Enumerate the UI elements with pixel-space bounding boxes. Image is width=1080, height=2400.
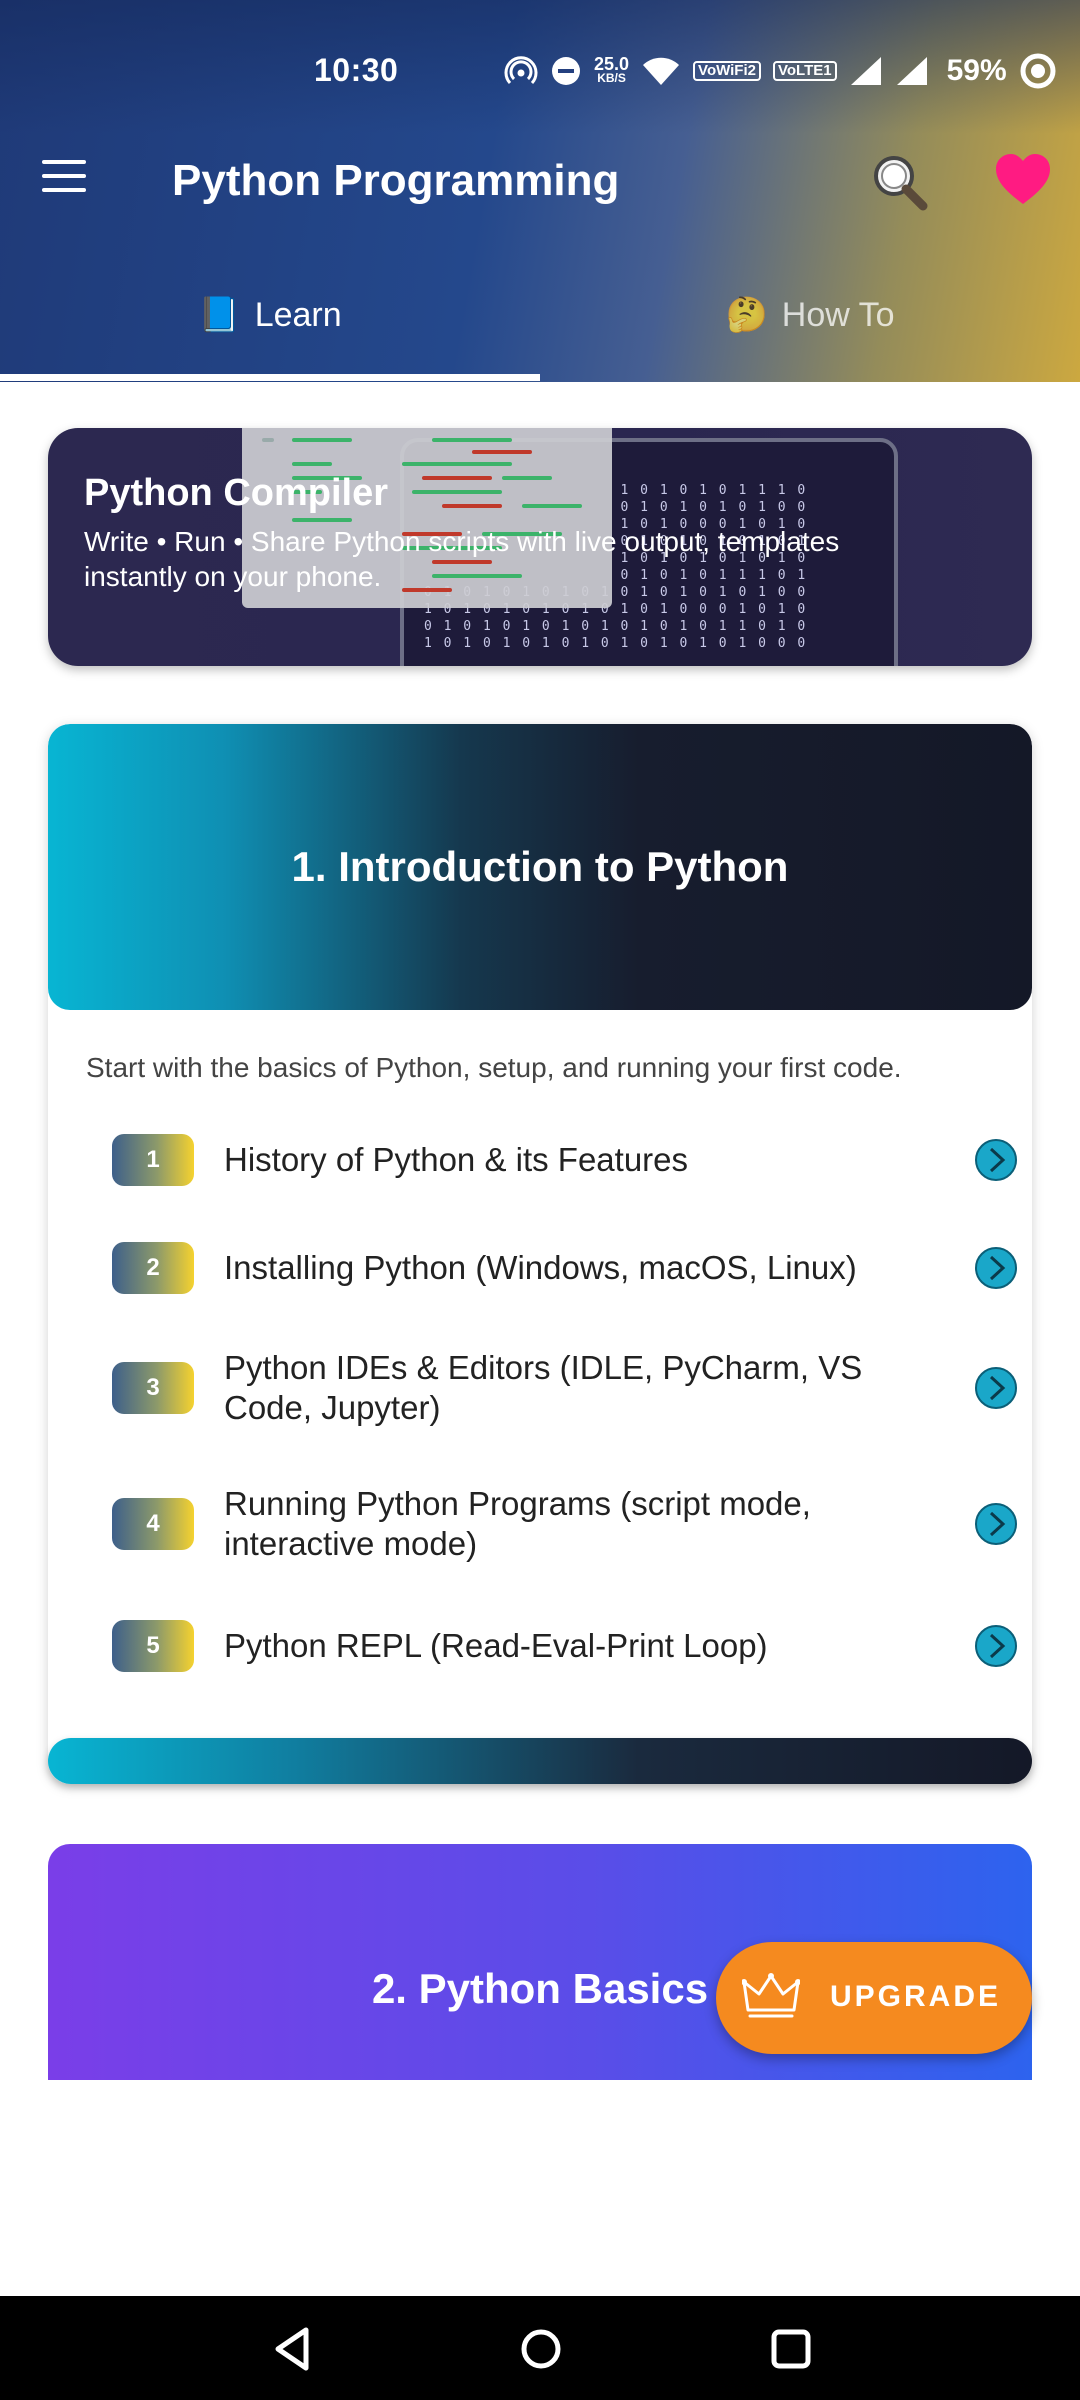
- topic-number: 5: [112, 1620, 194, 1672]
- tab-bar: 📘 Learn 🤔 How To: [0, 252, 1080, 382]
- upgrade-button[interactable]: UPGRADE: [716, 1942, 1032, 2054]
- topic-item[interactable]: 4 Running Python Programs (script mode, …: [112, 1478, 1017, 1568]
- topic-label: Python IDEs & Editors (IDLE, PyCharm, VS…: [224, 1349, 863, 1426]
- topic-label: History of Python & its Features: [224, 1141, 689, 1178]
- tab-how-to[interactable]: 🤔 How To: [540, 252, 1080, 378]
- app-header: 10:30 25.0 KB/S VoWiFi2 VoLTE1 59% Pytho…: [0, 0, 1080, 382]
- status-time: 10:30: [314, 52, 399, 88]
- topic-item[interactable]: 1 History of Python & its Features: [112, 1134, 1017, 1194]
- section-title: 1. Introduction to Python: [291, 843, 789, 890]
- python-compiler-banner[interactable]: 1 0 1 0 1 0 1 1 1 0 0 1 0 1 0 1 0 1 0 0 …: [48, 428, 1032, 666]
- status-icons: 25.0 KB/S VoWiFi2 VoLTE1 59%: [504, 52, 1057, 90]
- battery-icon: [1020, 53, 1056, 89]
- upgrade-label: UPGRADE: [830, 1980, 1002, 2013]
- status-bar: 10:30 25.0 KB/S VoWiFi2 VoLTE1 59%: [0, 0, 1080, 112]
- volte-badge: VoLTE1: [772, 61, 837, 81]
- chevron-right-icon: [975, 1367, 1017, 1409]
- chevron-right-icon: [975, 1247, 1017, 1289]
- topic-label: Python REPL (Read-Eval-Print Loop): [224, 1627, 768, 1664]
- home-icon[interactable]: [516, 2324, 566, 2374]
- section-footer-bar: [48, 1738, 1032, 1784]
- book-icon: 📘: [198, 296, 241, 334]
- system-nav-bar: [0, 2296, 1080, 2400]
- app-title: Python Programming: [172, 156, 620, 205]
- tab-learn-label: Learn: [254, 295, 342, 334]
- topic-number: 1: [112, 1134, 194, 1186]
- menu-icon-bar: [42, 174, 86, 178]
- dnd-icon: [552, 57, 580, 85]
- tab-indicator: [0, 374, 540, 381]
- signal-icon-2: [896, 57, 927, 85]
- net-speed-value: 25.0: [594, 54, 630, 74]
- wifi-icon: [643, 57, 680, 85]
- heart-icon[interactable]: [994, 152, 1052, 208]
- thinking-face-icon: 🤔: [725, 296, 768, 334]
- back-icon[interactable]: [268, 2324, 318, 2374]
- menu-button[interactable]: [40, 158, 90, 198]
- battery-percent: 59%: [946, 54, 1007, 87]
- section-header[interactable]: 1. Introduction to Python: [48, 724, 1032, 1010]
- section-card-introduction: 1. Introduction to Python Start with the…: [48, 724, 1032, 1784]
- signal-icon-1: [850, 57, 881, 85]
- topic-label: Installing Python (Windows, macOS, Linux…: [224, 1249, 857, 1286]
- chevron-right-icon: [975, 1503, 1017, 1545]
- topic-item[interactable]: 3 Python IDEs & Editors (IDLE, PyCharm, …: [112, 1342, 1017, 1432]
- topic-item[interactable]: 5 Python REPL (Read-Eval-Print Loop): [112, 1620, 1017, 1680]
- hotspot-icon: [504, 56, 538, 85]
- topic-number: 3: [112, 1362, 194, 1414]
- vowifi-badge: VoWiFi2: [693, 61, 761, 81]
- topic-number: 4: [112, 1498, 194, 1550]
- topic-label: Running Python Programs (script mode, in…: [224, 1485, 811, 1562]
- menu-icon-bar: [42, 188, 86, 192]
- net-speed-unit: KB/S: [597, 71, 626, 85]
- tab-how-to-label: How To: [781, 295, 895, 334]
- crown-icon: [742, 1973, 800, 2018]
- banner-title: Python Compiler: [84, 472, 389, 514]
- app-bar: Python Programming: [0, 112, 1080, 252]
- topic-number: 2: [112, 1242, 194, 1294]
- tab-learn[interactable]: 📘 Learn: [0, 252, 540, 378]
- topic-item[interactable]: 2 Installing Python (Windows, macOS, Lin…: [112, 1242, 1017, 1302]
- net-speed: 25.0 KB/S: [594, 54, 630, 85]
- search-icon[interactable]: [868, 150, 932, 214]
- menu-icon: [42, 160, 86, 164]
- section-description: Start with the basics of Python, setup, …: [86, 1052, 902, 1083]
- chevron-right-icon: [975, 1139, 1017, 1181]
- banner-description: Write • Run • Share Python scripts with …: [84, 526, 840, 592]
- recents-icon[interactable]: [766, 2324, 816, 2374]
- chevron-right-icon: [975, 1625, 1017, 1667]
